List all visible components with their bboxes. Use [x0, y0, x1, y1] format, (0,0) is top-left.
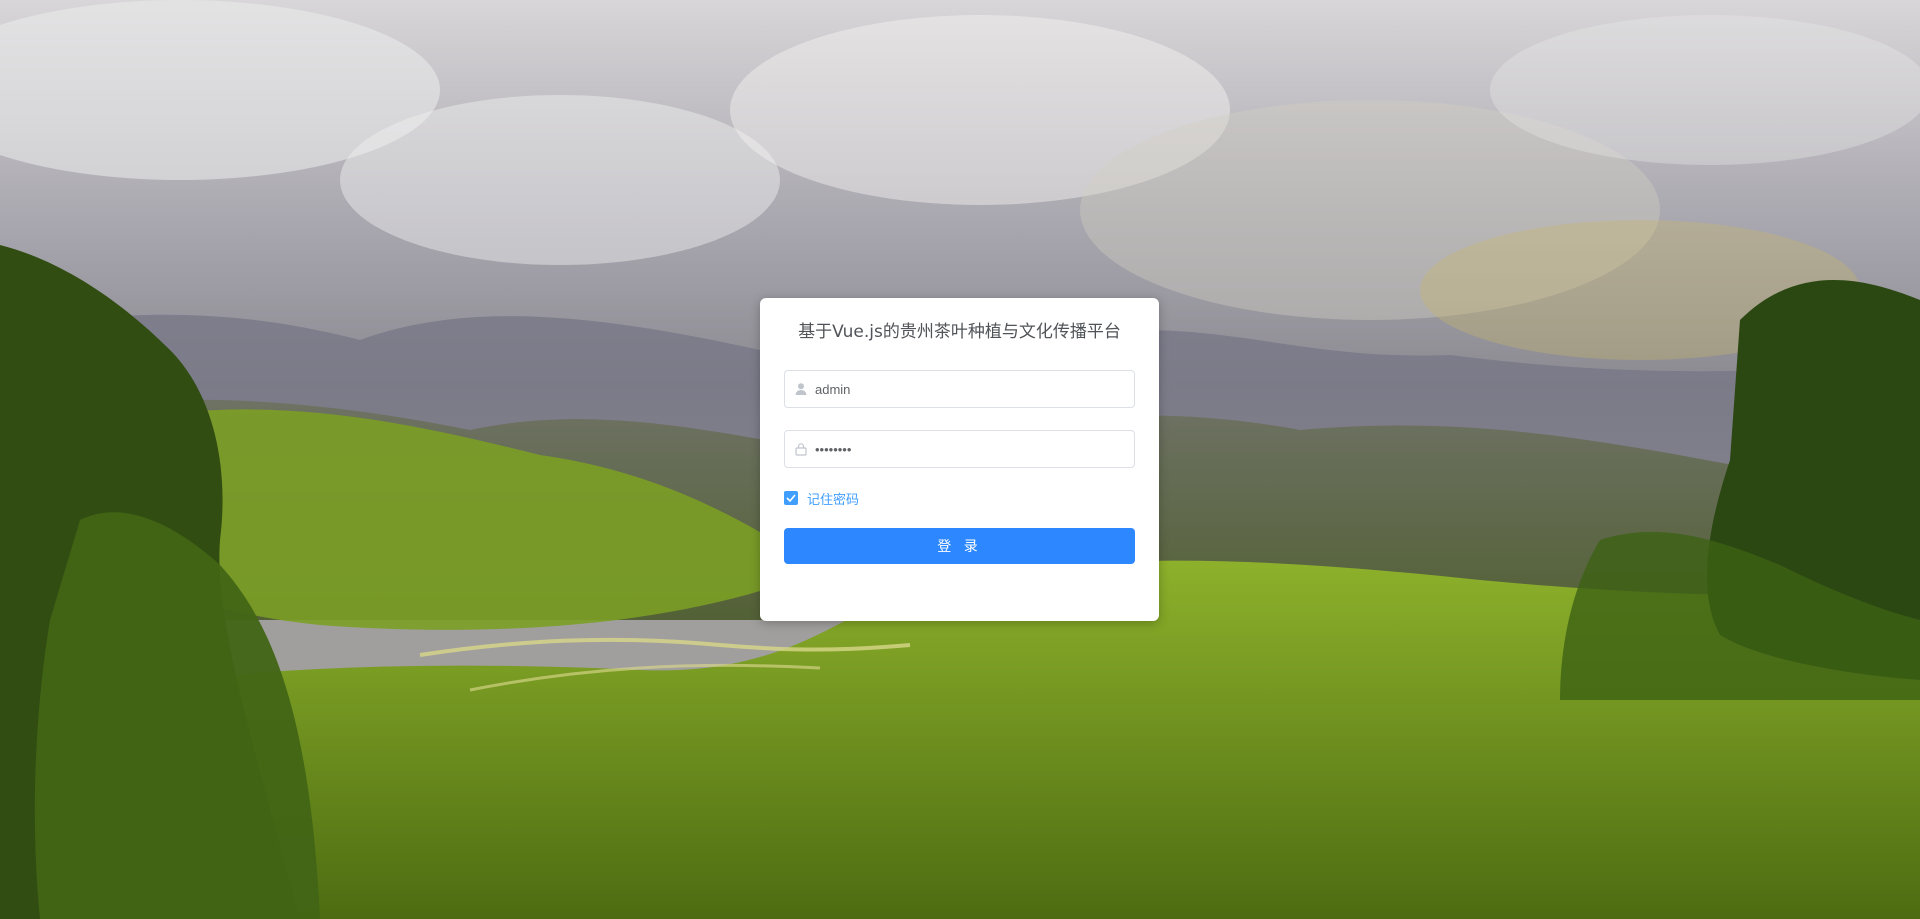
page-title: 基于Vue.js的贵州茶叶种植与文化传播平台	[798, 322, 1121, 342]
lock-icon	[793, 431, 809, 467]
remember-password-label: 记住密码	[807, 492, 860, 508]
remember-checkbox[interactable]	[784, 491, 798, 505]
login-button[interactable]: 登 录	[784, 528, 1135, 564]
user-icon	[793, 371, 809, 407]
check-icon	[786, 494, 796, 502]
username-field[interactable]	[784, 370, 1135, 408]
password-field[interactable]	[784, 430, 1135, 468]
login-form-card: 基于Vue.js的贵州茶叶种植与文化传播平台 记住密码 登 录	[760, 298, 1159, 621]
password-input[interactable]	[815, 431, 1135, 467]
username-input[interactable]	[815, 371, 1135, 407]
remember-password-toggle[interactable]: 记住密码	[784, 488, 1135, 508]
